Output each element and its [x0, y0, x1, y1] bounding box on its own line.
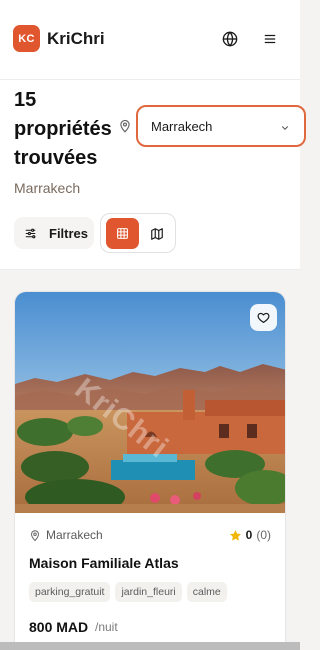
hamburger-menu-icon[interactable]	[260, 29, 280, 49]
amenity-tag: calme	[186, 582, 227, 602]
amenity-tag: parking_gratuit	[29, 582, 111, 602]
property-price: 800 MAD	[29, 619, 89, 635]
property-photo[interactable]	[15, 292, 286, 513]
map-icon	[150, 227, 163, 240]
property-location: Marrakech	[29, 528, 103, 542]
filters-button[interactable]: Filtres	[14, 217, 94, 249]
map-pin-icon	[118, 118, 132, 139]
view-toggle	[100, 213, 176, 253]
city-select[interactable]: Marrakech	[136, 105, 306, 147]
results-section: 15 propriétés trouvées Marrakech Marrake…	[0, 80, 306, 270]
favorite-button[interactable]	[250, 304, 277, 331]
amenity-tag: jardin_fleuri	[115, 582, 182, 602]
grid-icon	[117, 228, 128, 239]
grid-view-button[interactable]	[106, 218, 139, 249]
results-count-title: 15 propriétés trouvées	[14, 89, 112, 169]
map-view-button[interactable]	[141, 218, 172, 249]
rating-value: 0	[245, 528, 253, 542]
bottom-scroll-bar	[0, 642, 300, 650]
heart-icon	[257, 312, 270, 323]
price-unit: /nuit	[95, 620, 118, 634]
star-icon	[229, 529, 241, 541]
map-pin-icon	[30, 529, 40, 541]
filters-label: Filtres	[49, 225, 89, 241]
logo-badge[interactable]: KC	[13, 25, 40, 52]
chevron-down-icon	[280, 121, 290, 136]
sliders-icon	[25, 228, 36, 238]
app-header: KC KriChri	[0, 0, 300, 80]
property-location-label: Marrakech	[46, 528, 103, 542]
property-title[interactable]: Maison Familiale Atlas	[29, 555, 179, 571]
city-select-value: Marrakech	[151, 118, 213, 134]
property-card[interactable]: KriChri Marrakech 0 (0) Maison Familiale…	[14, 291, 286, 650]
rating-count: (0)	[256, 528, 271, 542]
property-tags: parking_gratuit jardin_fleuri calme	[29, 582, 232, 602]
brand-name[interactable]: KriChri	[47, 29, 105, 49]
results-city-subtitle: Marrakech	[14, 180, 81, 196]
property-rating: 0 (0)	[229, 528, 271, 542]
globe-icon[interactable]	[220, 29, 240, 49]
